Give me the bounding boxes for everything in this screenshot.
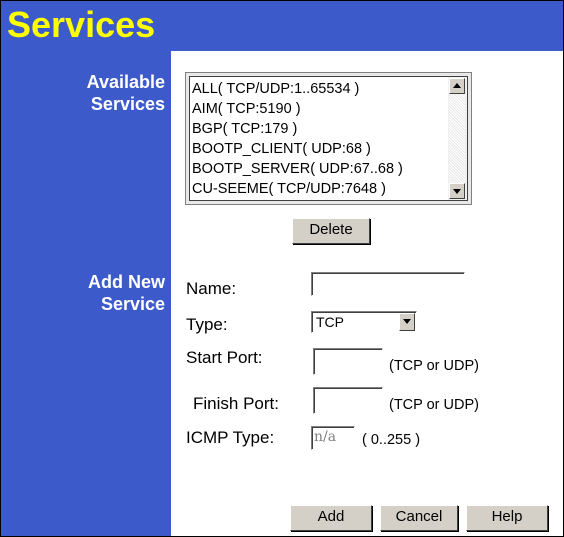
page-title: Services bbox=[7, 4, 156, 45]
delete-button[interactable]: Delete bbox=[292, 218, 370, 244]
type-selected-value: TCP bbox=[316, 314, 344, 330]
finish-port-label: Finish Port: bbox=[193, 394, 279, 413]
list-item[interactable]: BGP( TCP:179 ) bbox=[192, 119, 403, 139]
icmp-type-field: n/a bbox=[311, 426, 355, 450]
triangle-down-icon bbox=[403, 319, 411, 324]
triangle-up-icon bbox=[453, 83, 461, 88]
list-item[interactable]: CU-SEEME( TCP/UDP:7648 ) bbox=[192, 179, 403, 199]
help-button[interactable]: Help bbox=[466, 505, 548, 531]
listbox-scrollbar[interactable] bbox=[448, 77, 467, 200]
add-label-line2: Service bbox=[100, 294, 165, 314]
cancel-button[interactable]: Cancel bbox=[380, 505, 458, 531]
start-port-label: Start Port: bbox=[186, 348, 263, 367]
icmp-type-label: ICMP Type: bbox=[186, 428, 275, 447]
name-label: Name: bbox=[186, 279, 237, 298]
available-label-line1: Available bbox=[86, 72, 165, 92]
finish-port-field[interactable] bbox=[313, 387, 383, 414]
name-field[interactable] bbox=[311, 272, 465, 296]
scroll-down-button[interactable] bbox=[449, 183, 465, 199]
available-services-label: Available Services bbox=[87, 71, 165, 115]
header-bar: Services bbox=[1, 1, 563, 51]
list-item[interactable]: AIM( TCP:5190 ) bbox=[192, 99, 403, 119]
service-list: ALL( TCP/UDP:1..65534 ) AIM( TCP:5190 ) … bbox=[192, 79, 403, 199]
list-item[interactable]: ALL( TCP/UDP:1..65534 ) bbox=[192, 79, 403, 99]
type-dropdown-button[interactable] bbox=[399, 313, 415, 331]
available-services-listbox[interactable]: ALL( TCP/UDP:1..65534 ) AIM( TCP:5190 ) … bbox=[185, 72, 472, 205]
add-button[interactable]: Add bbox=[290, 505, 372, 531]
type-select[interactable]: TCP bbox=[311, 311, 417, 333]
triangle-down-icon bbox=[453, 189, 461, 194]
icmp-type-hint: ( 0..255 ) bbox=[362, 432, 421, 448]
add-label-line1: Add New bbox=[87, 272, 165, 292]
sidebar: Available Services Add New Service bbox=[1, 51, 171, 536]
start-port-field[interactable] bbox=[313, 348, 383, 375]
listbox-viewport: ALL( TCP/UDP:1..65534 ) AIM( TCP:5190 ) … bbox=[189, 76, 468, 201]
scrollbar-track[interactable] bbox=[449, 94, 465, 183]
add-new-service-label: Add New Service bbox=[88, 271, 165, 315]
list-item[interactable]: BOOTP_CLIENT( UDP:68 ) bbox=[192, 139, 403, 159]
start-port-hint: (TCP or UDP) bbox=[389, 358, 479, 374]
scroll-up-button[interactable] bbox=[449, 78, 465, 94]
available-label-line2: Services bbox=[90, 94, 165, 114]
type-label: Type: bbox=[186, 315, 228, 334]
list-item[interactable]: BOOTP_SERVER( UDP:67..68 ) bbox=[192, 159, 403, 179]
finish-port-hint: (TCP or UDP) bbox=[389, 397, 479, 413]
